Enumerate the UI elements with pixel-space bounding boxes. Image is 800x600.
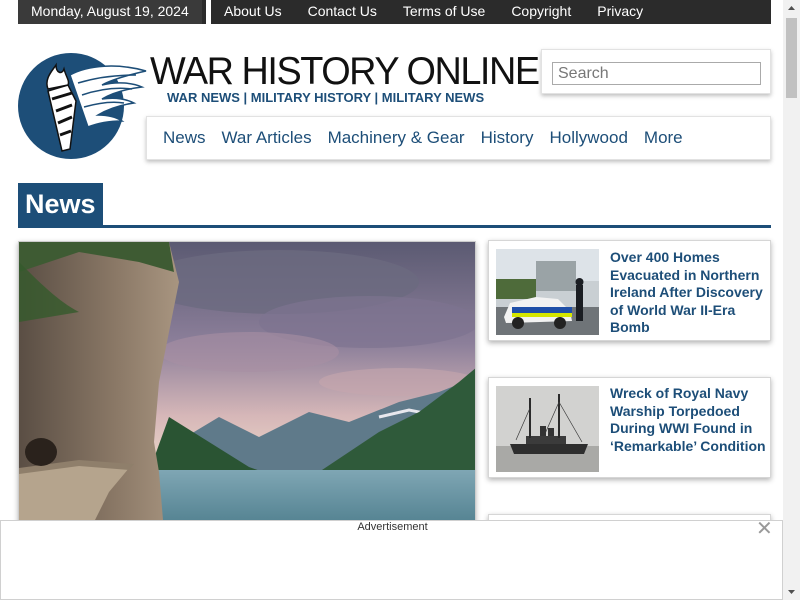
search-input[interactable] [552,62,761,85]
site-title[interactable]: WAR HISTORY ONLINE [150,50,540,94]
police-car-thumbnail[interactable] [496,249,599,335]
featured-article-image[interactable] [18,241,476,531]
advertisement-label: Advertisement [357,521,428,533]
close-ad-icon[interactable]: ✕ [756,519,773,539]
advertisement-banner[interactable]: Advertisement ✕ [0,519,783,600]
scroll-up-icon[interactable] [783,0,800,17]
news-card[interactable]: Over 400 Homes Evacuated in Northern Ire… [488,240,771,341]
top-bar: Monday, August 19, 2024 About Us Contact… [18,0,771,24]
scroll-down-icon[interactable] [783,583,800,600]
news-card-title[interactable]: Wreck of Royal Navy Warship Torpedoed Du… [610,385,768,455]
terms-of-use-link[interactable]: Terms of Use [390,0,498,24]
site-tagline: WAR NEWS | MILITARY HISTORY | MILITARY N… [167,90,485,105]
top-links: About Us Contact Us Terms of Use Copyrig… [211,0,656,24]
section-divider [18,225,771,228]
warship-photo [496,386,599,472]
police-car-photo [496,249,599,335]
scrollbar-thumb[interactable] [786,18,797,98]
nav-item-more[interactable]: More [636,128,691,148]
landscape-photo [19,242,475,530]
main-nav: News War Articles Machinery & Gear Histo… [146,116,771,160]
privacy-link[interactable]: Privacy [584,0,656,24]
copyright-link[interactable]: Copyright [498,0,584,24]
warship-thumbnail[interactable] [496,386,599,472]
winged-torch-logo-icon[interactable] [18,53,148,159]
search-container [541,49,771,94]
nav-item-war-articles[interactable]: War Articles [214,128,320,148]
nav-item-hollywood[interactable]: Hollywood [541,128,635,148]
contact-us-link[interactable]: Contact Us [295,0,390,24]
news-card-title[interactable]: Over 400 Homes Evacuated in Northern Ire… [610,249,768,337]
current-date: Monday, August 19, 2024 [18,0,202,24]
about-us-link[interactable]: About Us [211,0,295,24]
nav-item-history[interactable]: History [473,128,542,148]
nav-item-machinery-gear[interactable]: Machinery & Gear [320,128,473,148]
news-card[interactable]: Wreck of Royal Navy Warship Torpedoed Du… [488,377,771,478]
nav-item-news[interactable]: News [155,128,214,148]
section-title[interactable]: News [18,183,103,226]
vertical-scrollbar[interactable] [783,0,800,600]
